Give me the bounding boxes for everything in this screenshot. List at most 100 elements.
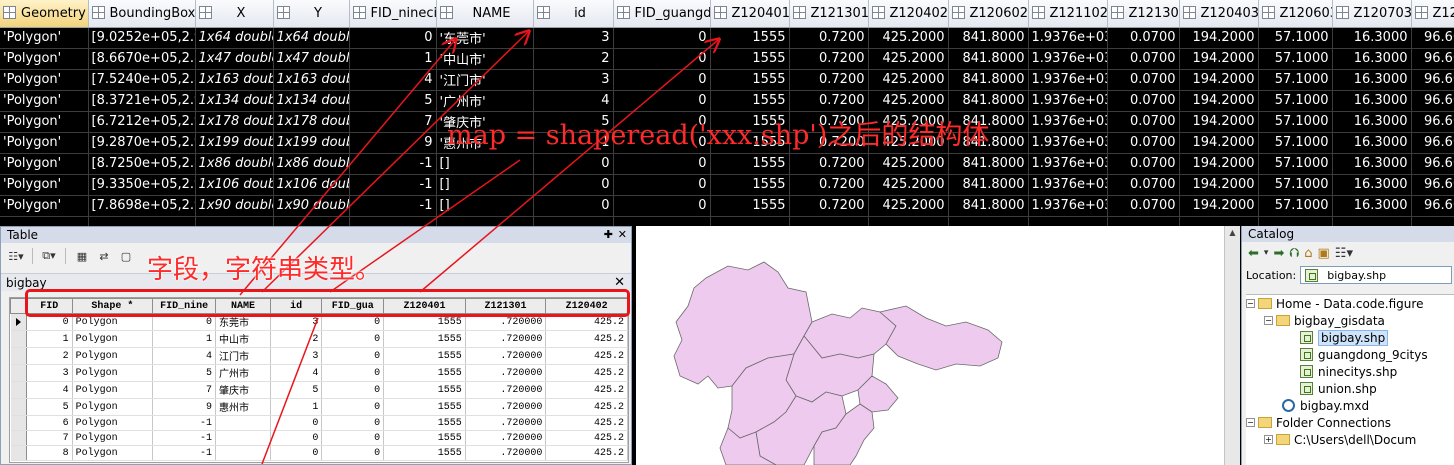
grid-cell[interactable]: 'Polygon' bbox=[0, 153, 89, 175]
switch-selection-icon[interactable]: ⇄ bbox=[95, 248, 113, 264]
grid-column-header[interactable]: Z120401 bbox=[710, 0, 790, 28]
pin-icon[interactable]: ✚ bbox=[604, 227, 613, 243]
grid-cell[interactable]: 96.600 bbox=[1411, 27, 1454, 49]
table-cell[interactable]: 1555 bbox=[383, 398, 466, 416]
grid-cell[interactable]: [8.7250e+05,2.8... bbox=[88, 153, 196, 175]
table-row[interactable]: 2 Polygon 4 江门市 3 0 1555.720000 425.2 bbox=[10, 347, 628, 365]
grid-cell[interactable]: 194.2000 bbox=[1179, 27, 1259, 49]
table-cell[interactable]: 0 bbox=[321, 347, 385, 365]
grid-cell[interactable]: 'Polygon' bbox=[0, 27, 89, 49]
grid-cell[interactable]: 3 bbox=[533, 27, 614, 49]
grid-cell[interactable]: 194.2000 bbox=[1179, 195, 1259, 217]
grid-cell[interactable]: 0.0700 bbox=[1107, 132, 1180, 154]
grid-cell[interactable]: 425.2000 bbox=[868, 27, 949, 49]
table-cell[interactable]: 肇庆市 bbox=[215, 381, 271, 399]
collapse-icon[interactable]: − bbox=[1246, 299, 1255, 308]
grid-cell[interactable]: 16.3000 bbox=[1332, 174, 1412, 196]
table-cell[interactable]: 0 bbox=[321, 330, 385, 348]
dropdown-icon[interactable]: ▾ bbox=[1264, 248, 1269, 258]
table-cell[interactable]: Polygon bbox=[72, 398, 154, 416]
grid-cell[interactable]: 0.7200 bbox=[789, 27, 869, 49]
grid-cell[interactable]: 841.8000 bbox=[948, 48, 1029, 70]
tree-node-file[interactable]: ninecitys.shp bbox=[1246, 363, 1454, 380]
map-vertical-scrollbar[interactable]: ▲ bbox=[1224, 226, 1240, 465]
table-cell[interactable]: 1555 bbox=[383, 347, 466, 365]
table-cell[interactable]: 6 bbox=[26, 415, 73, 431]
grid-cell[interactable]: 96.600 bbox=[1411, 174, 1454, 196]
grid-cell[interactable]: 16.3000 bbox=[1332, 48, 1412, 70]
forward-icon[interactable]: ➡ bbox=[1273, 246, 1284, 261]
grid-cell[interactable]: 0.7200 bbox=[789, 90, 869, 112]
tree-node-folder[interactable]: − bigbay_gisdata bbox=[1246, 312, 1454, 329]
table-cell[interactable]: -1 bbox=[152, 430, 217, 446]
row-selector[interactable] bbox=[10, 415, 27, 431]
grid-cell[interactable]: 4 bbox=[533, 90, 614, 112]
close-icon[interactable]: ✕ bbox=[618, 227, 627, 243]
tree-node-file[interactable]: bigbay.shp bbox=[1246, 329, 1454, 346]
table-cell[interactable]: 1555 bbox=[383, 415, 466, 431]
table-cell[interactable]: 4 bbox=[152, 347, 217, 365]
table-row[interactable]: 6 Polygon -1 0 0 1555.720000 425.2 bbox=[10, 415, 628, 431]
tree-node-connections[interactable]: − Folder Connections bbox=[1246, 414, 1454, 431]
grid-column-header[interactable]: X bbox=[195, 0, 274, 28]
grid-cell[interactable]: 0.0700 bbox=[1107, 195, 1180, 217]
grid-cell[interactable]: '江门市' bbox=[436, 69, 534, 91]
grid-cell[interactable]: 96.600 bbox=[1411, 153, 1454, 175]
table-cell[interactable]: Polygon bbox=[72, 381, 154, 399]
expand-icon[interactable]: + bbox=[1264, 435, 1273, 444]
table-cell[interactable]: 3 bbox=[270, 347, 323, 365]
grid-cell[interactable]: 0 bbox=[533, 174, 614, 196]
grid-cell[interactable]: 1.9376e+03 bbox=[1028, 48, 1108, 70]
grid-cell[interactable]: 16.3000 bbox=[1332, 27, 1412, 49]
grid-column-header[interactable]: Geometry bbox=[0, 0, 89, 28]
grid-cell[interactable]: -1 bbox=[349, 174, 437, 196]
table-options-icon[interactable]: ☷▾ bbox=[7, 248, 25, 264]
grid-cell[interactable]: 9 bbox=[349, 132, 437, 154]
grid-cell[interactable]: 1.9376e+03 bbox=[1028, 111, 1108, 133]
table-cell[interactable]: .720000 bbox=[465, 415, 547, 431]
grid-cell[interactable]: 0.7200 bbox=[789, 48, 869, 70]
select-by-attributes-icon[interactable]: ▦ bbox=[73, 248, 91, 264]
grid-cell[interactable]: '东莞市' bbox=[436, 27, 534, 49]
grid-cell[interactable]: 96.600 bbox=[1411, 132, 1454, 154]
grid-cell[interactable]: 1x64 double bbox=[273, 27, 350, 49]
grid-cell[interactable]: 425.2000 bbox=[868, 69, 949, 91]
tree-node-file[interactable]: union.shp bbox=[1246, 380, 1454, 397]
grid-column-header[interactable]: BoundingBox bbox=[88, 0, 196, 28]
table-row[interactable]: 7 Polygon -1 0 0 1555.720000 425.2 bbox=[10, 430, 628, 446]
grid-cell[interactable]: 1.9376e+03 bbox=[1028, 132, 1108, 154]
grid-cell[interactable]: 0 bbox=[613, 195, 711, 217]
grid-cell[interactable]: 194.2000 bbox=[1179, 153, 1259, 175]
table-cell[interactable]: 425.2 bbox=[545, 381, 628, 399]
grid-cell[interactable]: 1x106 double bbox=[195, 174, 274, 196]
grid-cell[interactable]: 57.1000 bbox=[1258, 195, 1333, 217]
table-cell[interactable]: 8 bbox=[26, 445, 73, 461]
grid-cell[interactable]: 841.8000 bbox=[948, 195, 1029, 217]
table-cell[interactable] bbox=[215, 430, 271, 446]
grid-cell[interactable]: 425.2000 bbox=[868, 174, 949, 196]
grid-cell[interactable]: 0.0700 bbox=[1107, 48, 1180, 70]
grid-cell[interactable]: 194.2000 bbox=[1179, 132, 1259, 154]
grid-cell[interactable]: 2 bbox=[533, 48, 614, 70]
grid-cell[interactable]: 'Polygon' bbox=[0, 48, 89, 70]
grid-cell[interactable]: [] bbox=[436, 153, 534, 175]
grid-cell[interactable]: 425.2000 bbox=[868, 153, 949, 175]
table-cell[interactable]: 1555 bbox=[383, 430, 466, 446]
grid-cell[interactable]: 1x178 double bbox=[195, 111, 274, 133]
connect-folder-icon[interactable]: ▣ bbox=[1318, 246, 1330, 261]
grid-cell[interactable]: 'Polygon' bbox=[0, 111, 89, 133]
toggle-contents-icon[interactable]: ☷▾ bbox=[1335, 246, 1353, 261]
row-selector[interactable] bbox=[10, 381, 27, 399]
table-cell[interactable]: Polygon bbox=[72, 330, 154, 348]
grid-cell[interactable]: 1x90 double bbox=[273, 195, 350, 217]
grid-cell[interactable]: 16.3000 bbox=[1332, 90, 1412, 112]
grid-cell[interactable]: 1.9376e+03 bbox=[1028, 174, 1108, 196]
table-cell[interactable]: Polygon bbox=[72, 415, 154, 431]
grid-cell[interactable]: 1x86 double bbox=[273, 153, 350, 175]
grid-column-header[interactable]: Z120803 bbox=[1411, 0, 1454, 28]
grid-cell[interactable]: 1x163 double bbox=[273, 69, 350, 91]
table-cell[interactable]: 0 bbox=[321, 445, 385, 461]
table-cell[interactable]: 2 bbox=[26, 347, 73, 365]
row-selector[interactable] bbox=[10, 445, 27, 461]
table-cell[interactable]: 0 bbox=[270, 415, 323, 431]
